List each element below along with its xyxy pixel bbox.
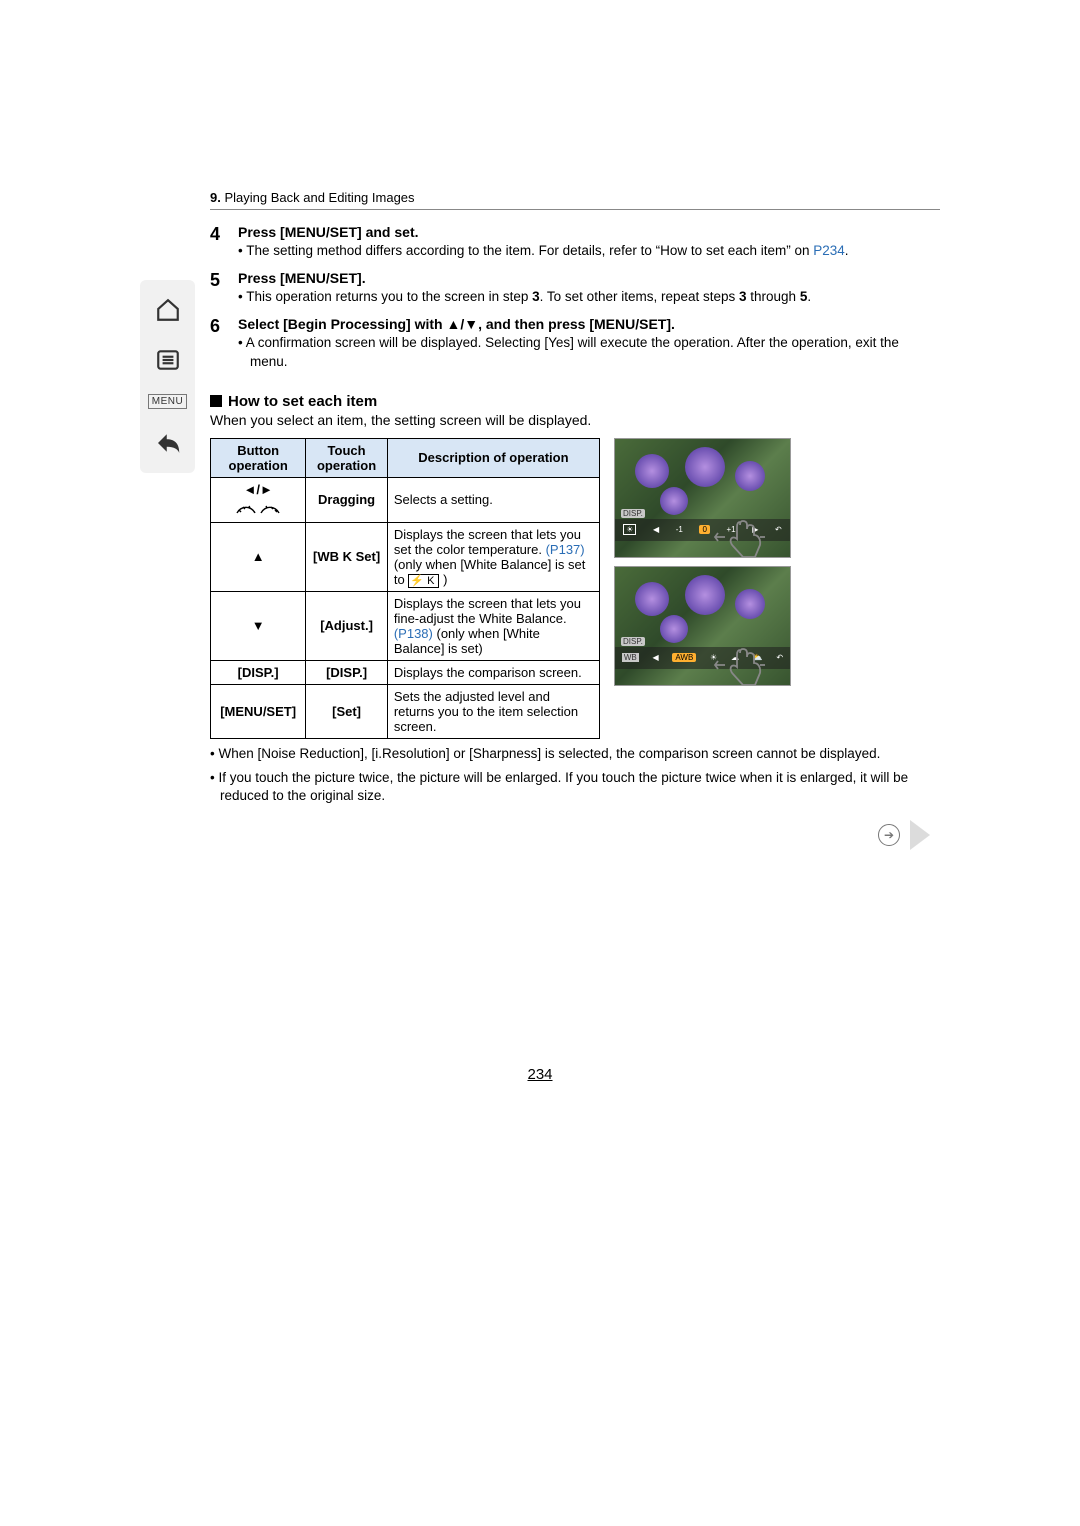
btn-left-right-dial: ◄/► bbox=[211, 477, 306, 522]
link-p234[interactable]: P234 bbox=[813, 243, 845, 258]
btn-up: ▲ bbox=[211, 522, 306, 591]
step-title: Select [Begin Processing] with ▲/▼, and … bbox=[238, 316, 940, 332]
note-double-tap-zoom: • If you touch the picture twice, the pi… bbox=[210, 769, 940, 805]
disp-tag: DISP. bbox=[621, 637, 645, 646]
touch-wb-k-set: [WB K Set] bbox=[306, 522, 388, 591]
step-number: 4 bbox=[210, 224, 238, 264]
desc-color-temp: Displays the screen that lets you set th… bbox=[387, 522, 599, 591]
hand-drag-icon bbox=[710, 517, 770, 558]
table-row: ▲ [WB K Set] Displays the screen that le… bbox=[211, 522, 600, 591]
desc-fine-adjust: Displays the screen that lets you fine-a… bbox=[387, 591, 599, 660]
preview-image-exposure: DISP. ☀ ◀ -1 0 +1 ▶ ↶ bbox=[614, 438, 791, 558]
btn-disp: [DISP.] bbox=[211, 660, 306, 684]
contents-icon[interactable] bbox=[152, 344, 184, 376]
menu-label[interactable]: MENU bbox=[148, 394, 187, 409]
touch-set: [Set] bbox=[306, 684, 388, 738]
chapter-header: 9. Playing Back and Editing Images bbox=[210, 190, 940, 210]
hand-drag-icon bbox=[710, 645, 770, 686]
howto-intro: When you select an item, the setting scr… bbox=[210, 412, 940, 428]
back-icon[interactable] bbox=[152, 427, 184, 459]
step-title: Press [MENU/SET]. bbox=[238, 270, 940, 286]
home-icon[interactable] bbox=[152, 294, 184, 326]
step-6: 6 Select [Begin Processing] with ▲/▼, an… bbox=[210, 316, 940, 374]
step-bullet: • This operation returns you to the scre… bbox=[238, 288, 940, 306]
link-p138[interactable]: (P138) bbox=[394, 626, 433, 641]
page-number: 234 bbox=[140, 1066, 940, 1083]
desc-comparison: Displays the comparison screen. bbox=[387, 660, 599, 684]
table-row: ◄/► Dragging Selects a setting. bbox=[211, 477, 600, 522]
step-number: 6 bbox=[210, 316, 238, 374]
table-row: [DISP.] [DISP.] Displays the comparison … bbox=[211, 660, 600, 684]
touch-dragging: Dragging bbox=[306, 477, 388, 522]
step-bullet: • A confirmation screen will be displaye… bbox=[238, 334, 940, 370]
btn-menuset: [MENU/SET] bbox=[211, 684, 306, 738]
touch-adjust: [Adjust.] bbox=[306, 591, 388, 660]
note-comparison-limits: • When [Noise Reduction], [i.Resolution]… bbox=[210, 745, 940, 763]
howto-heading: How to set each item bbox=[210, 393, 940, 410]
desc-set-return: Sets the adjusted level and returns you … bbox=[387, 684, 599, 738]
disp-tag: DISP. bbox=[621, 509, 645, 518]
side-nav: MENU bbox=[140, 280, 195, 473]
preview-images: DISP. ☀ ◀ -1 0 +1 ▶ ↶ bbox=[614, 438, 794, 686]
preview-image-wb: DISP. WB ◀ AWB ☀ ☁ ⛅ ↶ bbox=[614, 566, 791, 686]
step-bullet: • The setting method differs according t… bbox=[238, 242, 940, 260]
col-button-operation: Button operation bbox=[211, 438, 306, 477]
desc-select-setting: Selects a setting. bbox=[387, 477, 599, 522]
table-row: ▼ [Adjust.] Displays the screen that let… bbox=[211, 591, 600, 660]
step-4: 4 Press [MENU/SET] and set. • The settin… bbox=[210, 224, 940, 264]
touch-disp: [DISP.] bbox=[306, 660, 388, 684]
col-touch-operation: Touch operation bbox=[306, 438, 388, 477]
col-description: Description of operation bbox=[387, 438, 599, 477]
chapter-title: Playing Back and Editing Images bbox=[224, 190, 414, 205]
square-bullet-icon bbox=[210, 395, 222, 407]
link-p137[interactable]: (P137) bbox=[546, 542, 585, 557]
next-page-button[interactable]: ➔ bbox=[870, 820, 930, 850]
step-number: 5 bbox=[210, 270, 238, 310]
step-title: Press [MENU/SET] and set. bbox=[238, 224, 940, 240]
arrow-right-icon: ➔ bbox=[878, 824, 900, 846]
chapter-number: 9. bbox=[210, 190, 221, 205]
kelvin-icon: ⚡ K bbox=[408, 574, 439, 588]
step-5: 5 Press [MENU/SET]. • This operation ret… bbox=[210, 270, 940, 310]
btn-down: ▼ bbox=[211, 591, 306, 660]
table-row: [MENU/SET] [Set] Sets the adjusted level… bbox=[211, 684, 600, 738]
operation-table: Button operation Touch operation Descrip… bbox=[210, 438, 600, 739]
